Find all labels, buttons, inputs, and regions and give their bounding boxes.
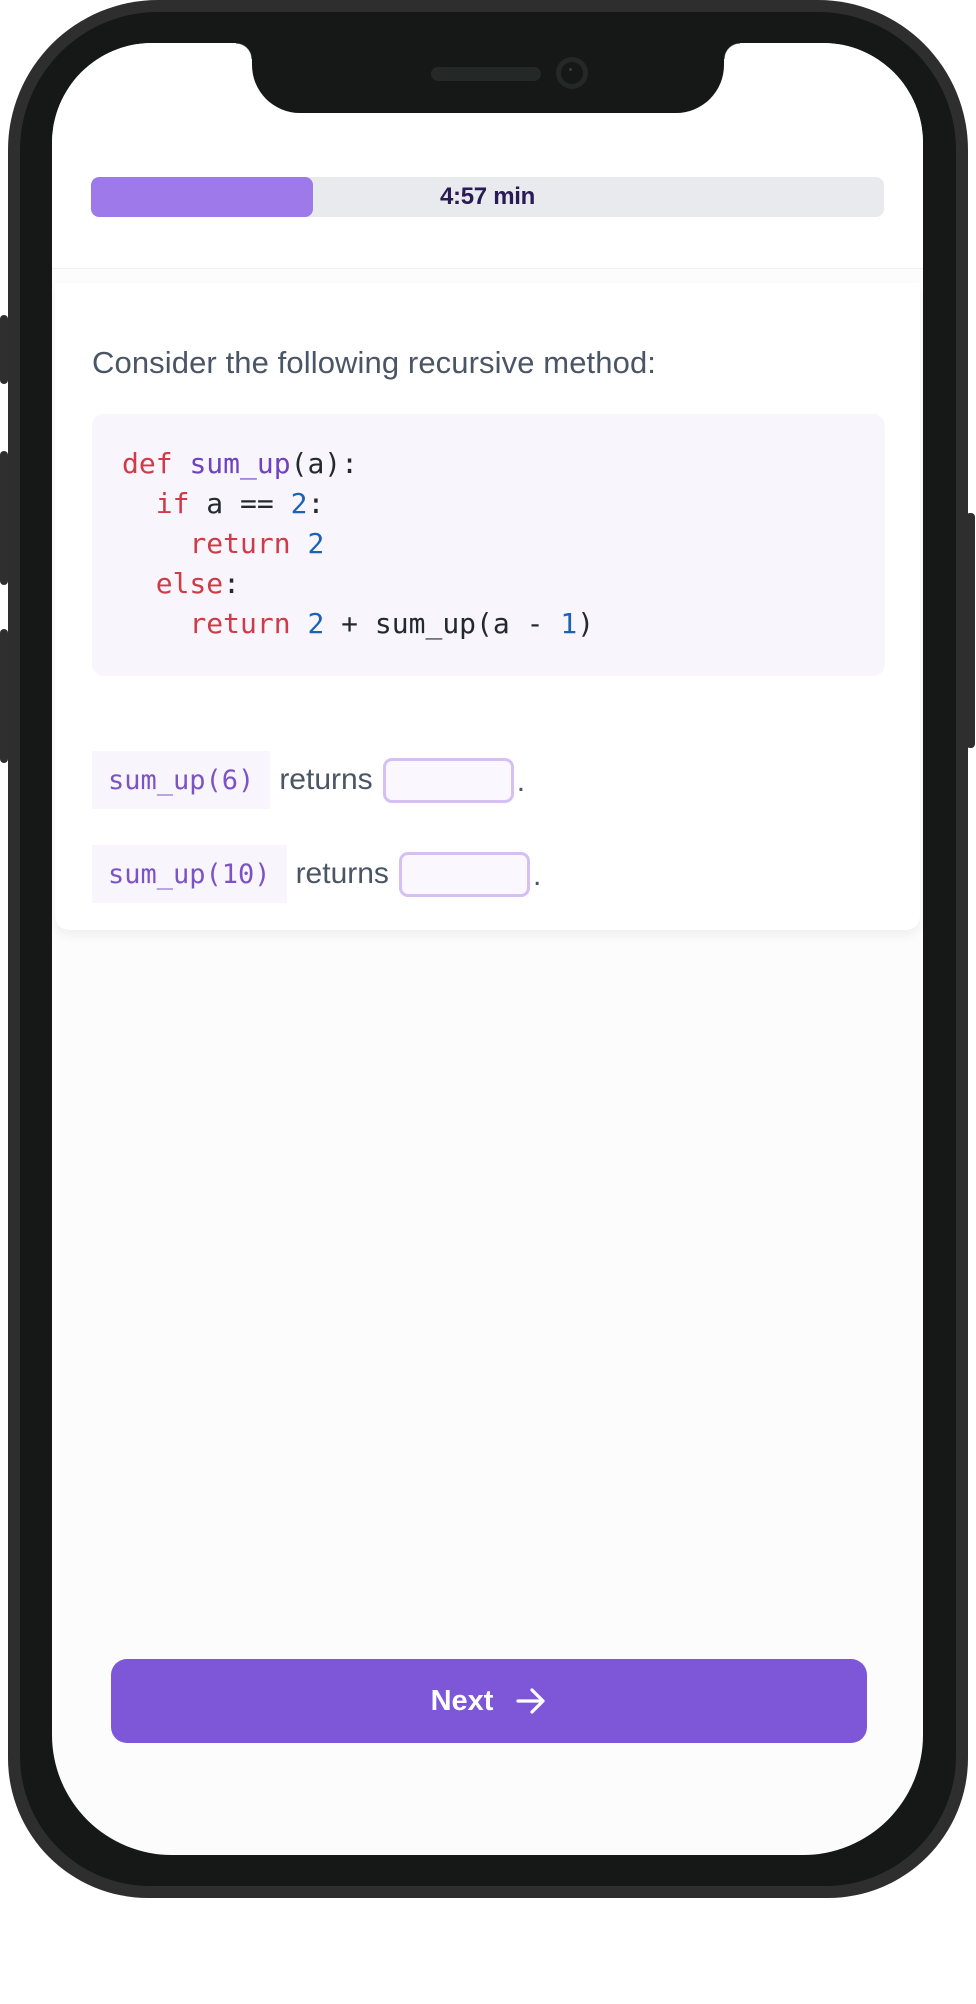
- answer-suffix: .: [516, 765, 526, 798]
- question-card: Consider the following recursive method:…: [55, 283, 920, 930]
- code-token: 1: [560, 607, 578, 640]
- code-line: else:: [122, 567, 240, 600]
- speaker-grille: [431, 67, 541, 81]
- arrow-right-icon: [515, 1685, 547, 1717]
- code-token: def: [122, 447, 173, 480]
- expression-chip: sum_up(6): [92, 751, 271, 809]
- code-token: return: [189, 607, 291, 640]
- connector-text: returns: [295, 857, 389, 890]
- next-button[interactable]: Next: [111, 1659, 867, 1743]
- answer-row-1: sum_up(6) returns .: [92, 751, 525, 809]
- code-token: return: [189, 527, 291, 560]
- answer-input-1[interactable]: [382, 757, 514, 803]
- code-block: def sum_up(a): if a == 2: return 2 else:…: [92, 414, 885, 676]
- timer-label: 4:57 min: [440, 183, 535, 210]
- code-token: sum_up: [189, 447, 291, 480]
- code-token: (a):: [290, 447, 359, 480]
- answer-row-2: sum_up(10) returns .: [92, 845, 541, 903]
- code-token: if: [155, 487, 190, 520]
- code-token: + sum_up(a -: [324, 607, 561, 640]
- code-token: :: [223, 567, 241, 600]
- expression-chip: sum_up(10): [92, 845, 287, 903]
- question-prompt: Consider the following recursive method:: [92, 345, 656, 380]
- code-line: if a == 2:: [122, 487, 325, 520]
- answer-input-2[interactable]: [398, 851, 530, 897]
- answer-suffix: .: [532, 859, 542, 892]
- volume-up-button: [0, 451, 8, 585]
- connector-text: returns: [279, 763, 373, 796]
- code-token: a ==: [189, 487, 291, 520]
- volume-down-button: [0, 629, 8, 763]
- front-camera-icon: [556, 57, 588, 89]
- code-token: 2: [290, 487, 308, 520]
- code-line: def sum_up(a):: [122, 447, 358, 480]
- phone-notch: [236, 43, 740, 113]
- phone-screen: 4:57 min Consider the following recursiv…: [52, 43, 923, 1855]
- code-token: else: [155, 567, 224, 600]
- code-token: 2: [307, 527, 325, 560]
- code-token: ): [577, 607, 595, 640]
- next-button-label: Next: [430, 1684, 494, 1717]
- code-token: 2: [307, 607, 325, 640]
- code-snippet: def sum_up(a): if a == 2: return 2 else:…: [122, 444, 594, 644]
- code-line: return 2: [122, 527, 324, 560]
- code-token: :: [307, 487, 325, 520]
- timer-progress-bar: 4:57 min: [91, 177, 884, 217]
- code-line: return 2 + sum_up(a - 1): [122, 607, 594, 640]
- silent-switch: [0, 315, 8, 384]
